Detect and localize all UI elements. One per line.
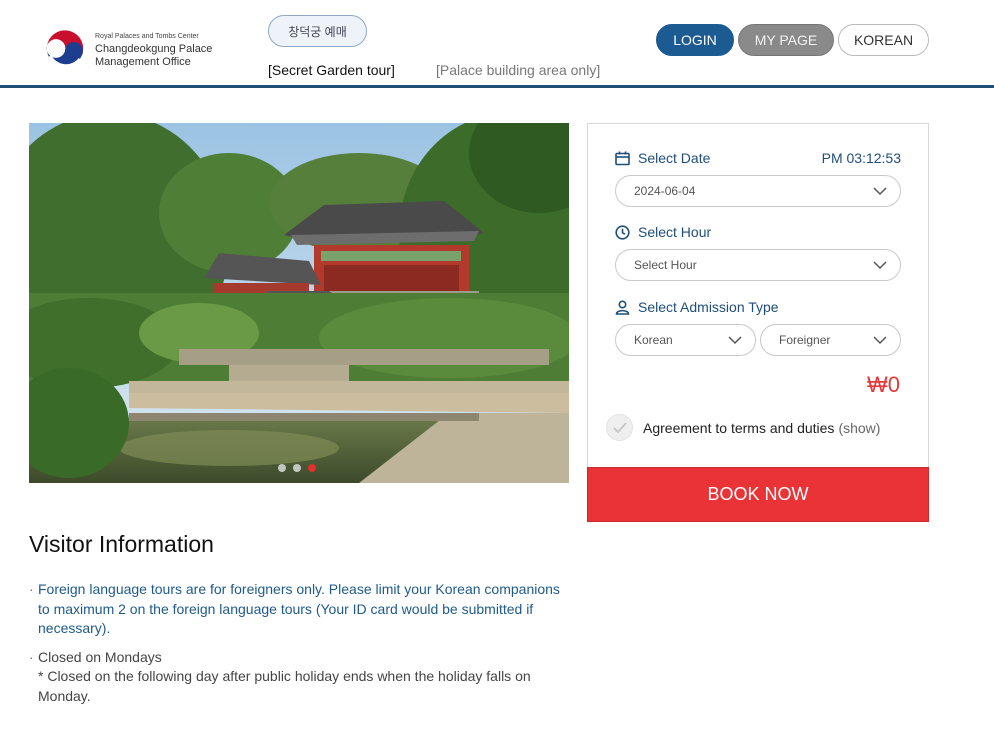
agreement-label: Agreement to terms and duties <box>643 419 835 436</box>
select-hour-label: Select Hour <box>615 224 711 240</box>
date-select[interactable]: 2024-06-04 <box>615 175 901 207</box>
admission-type-label: Select Admission Type <box>615 299 779 315</box>
nav-palace-building-area[interactable]: [Palace building area only] <box>436 62 600 78</box>
book-now-button[interactable]: BOOK NOW <box>587 467 929 522</box>
calendar-icon <box>615 151 630 165</box>
korean-booking-pill[interactable]: 창덕궁 예매 <box>268 15 367 47</box>
korean-count-select[interactable]: Korean <box>615 324 756 356</box>
select-date-text: Select Date <box>638 150 711 166</box>
visitor-info-item-foreign-tours: Foreign language tours are for foreigner… <box>29 580 574 639</box>
nav-secret-garden-tour[interactable]: [Secret Garden tour] <box>268 62 395 78</box>
closed-mondays-text: Closed on Mondays <box>38 648 162 665</box>
visitor-info-title: Visitor Information <box>29 531 214 557</box>
checkmark-icon <box>612 422 627 433</box>
taegeuk-logo-icon <box>45 30 85 70</box>
language-button[interactable]: KOREAN <box>838 24 929 56</box>
my-page-button[interactable]: MY PAGE <box>738 24 834 56</box>
carousel-dot-1[interactable] <box>278 464 286 472</box>
carousel-dot-2[interactable] <box>293 464 301 472</box>
carousel-indicators <box>278 464 316 472</box>
clock-icon <box>615 224 630 240</box>
current-time-display: PM 03:12:53 <box>821 150 901 166</box>
show-terms-link[interactable]: (show) <box>838 420 880 436</box>
logo-subtitle: Royal Palaces and Tombs Center <box>95 32 199 40</box>
date-select-value: 2024-06-04 <box>634 184 696 198</box>
visitor-info-list: Foreign language tours are for foreigner… <box>29 580 574 715</box>
palace-garden-photo <box>29 123 569 483</box>
hour-select-placeholder: Select Hour <box>634 258 697 272</box>
logo-title-line1: Changdeokgung Palace <box>95 42 213 55</box>
chevron-down-icon <box>873 187 887 196</box>
visitor-info-item-closed: Closed on Mondays * Closed on the follow… <box>29 648 574 707</box>
foreigner-select-value: Foreigner <box>779 333 831 347</box>
logo-title-line2: Management Office <box>95 55 191 68</box>
user-icon <box>615 299 630 315</box>
login-button[interactable]: LOGIN <box>656 24 734 56</box>
site-header: Royal Palaces and Tombs Center Changdeok… <box>0 0 994 88</box>
agreement-checkbox[interactable] <box>606 414 633 441</box>
hero-carousel-image[interactable] <box>29 123 569 483</box>
terms-agreement-row[interactable]: Agreement to terms and duties (show) <box>606 414 880 441</box>
hour-select[interactable]: Select Hour <box>615 249 901 281</box>
chevron-down-icon <box>728 336 742 345</box>
foreigner-count-select[interactable]: Foreigner <box>760 324 901 356</box>
booking-panel: Select Date PM 03:12:53 2024-06-04 Selec… <box>587 123 929 522</box>
site-logo[interactable]: Royal Palaces and Tombs Center Changdeok… <box>44 29 212 71</box>
carousel-dot-3-active[interactable] <box>308 464 316 472</box>
chevron-down-icon <box>873 261 887 270</box>
total-price: ₩0 <box>867 372 900 397</box>
holiday-closure-note: * Closed on the following day after publ… <box>38 668 531 704</box>
chevron-down-icon <box>873 336 887 345</box>
select-hour-text: Select Hour <box>638 224 712 240</box>
select-date-label: Select Date <box>615 150 710 166</box>
admission-type-text: Select Admission Type <box>638 299 779 315</box>
korean-select-value: Korean <box>634 333 673 347</box>
